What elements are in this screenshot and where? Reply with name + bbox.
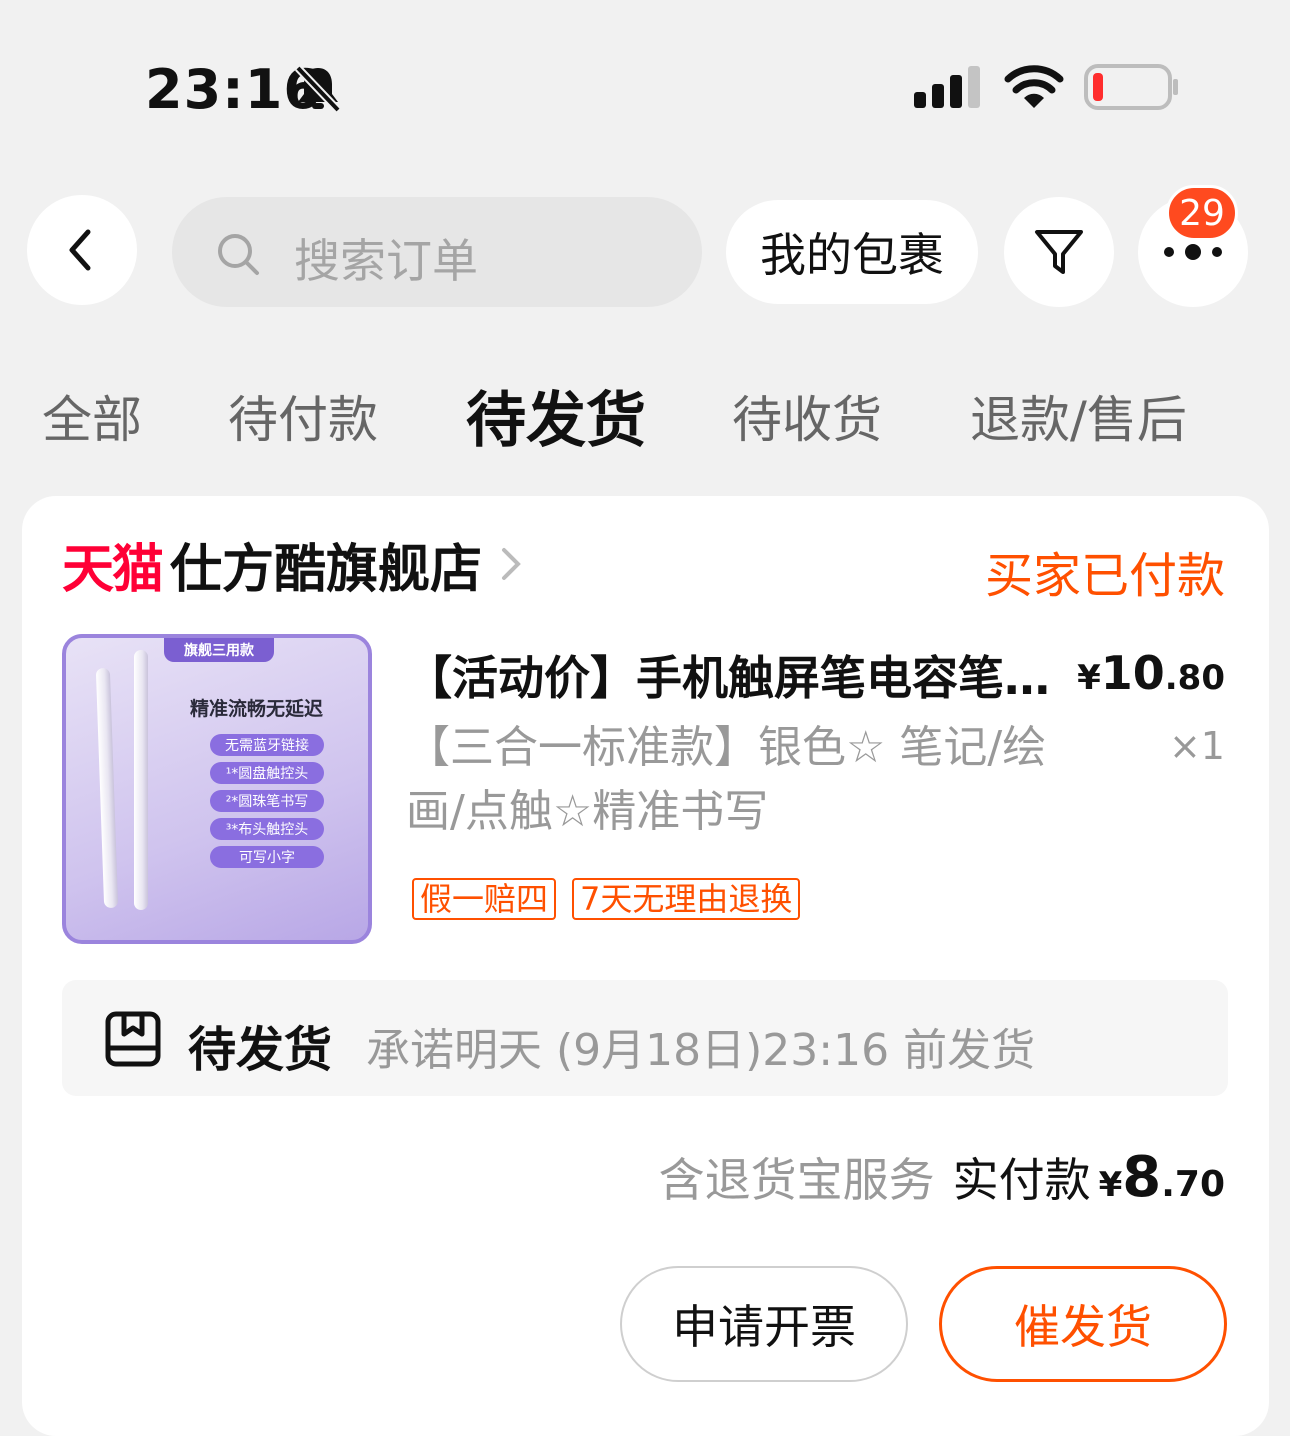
filter-button[interactable] xyxy=(1004,197,1114,307)
product-price: ¥10.80 xyxy=(1077,646,1225,700)
my-packages-button[interactable]: 我的包裹 xyxy=(726,200,978,304)
back-button[interactable] xyxy=(27,195,137,305)
price-integer: 10 xyxy=(1100,646,1165,700)
image-feature: 可写小字 xyxy=(210,846,324,868)
tab-pending-shipment[interactable]: 待发货 xyxy=(466,372,646,459)
tab-pending-receipt[interactable]: 待收货 xyxy=(732,380,882,452)
image-feature: ³*布头触控头 xyxy=(210,818,324,840)
shipping-title: 待发货 xyxy=(188,1022,333,1078)
image-title: 精准流畅无延迟 xyxy=(190,698,324,720)
shop-name: 仕方酷旗舰店 xyxy=(170,539,483,600)
service-tags: 假一赔四 7天无理由退换 xyxy=(412,878,801,920)
shipping-note: 承诺明天 (9月18日)23:16 前发货 xyxy=(366,1025,1036,1076)
cellular-signal-icon xyxy=(914,66,980,108)
pen-image xyxy=(134,650,148,910)
paid-integer: 8 xyxy=(1122,1145,1162,1210)
filter-icon xyxy=(1035,230,1083,274)
package-box-icon xyxy=(105,1011,161,1067)
battery-low-icon xyxy=(1084,64,1178,110)
price-symbol: ¥ xyxy=(1077,658,1101,698)
image-feature: 无需蓝牙链接 xyxy=(210,734,324,756)
chevron-left-icon xyxy=(69,229,91,271)
more-dots-icon xyxy=(1164,244,1222,260)
paid-decimal: .70 xyxy=(1161,1164,1225,1205)
search-icon xyxy=(218,234,259,275)
image-feature: ¹*圆盘触控头 xyxy=(210,762,324,784)
order-status: 买家已付款 xyxy=(984,548,1225,604)
payment-summary: 含退货宝服务 实付款 ¥8.70 xyxy=(659,1144,1225,1210)
order-tabs: 全部 待付款 待发货 待收货 退款/售后 xyxy=(0,380,1290,460)
status-bar: 23:16 xyxy=(0,0,1290,140)
urge-shipment-button[interactable]: 催发货 xyxy=(939,1266,1227,1382)
image-feature: ²*圆珠笔书写 xyxy=(210,790,324,812)
paid-label: 实付款 xyxy=(952,1153,1091,1207)
shop-link[interactable]: 天猫 仕方酷旗舰店 xyxy=(62,534,526,600)
tab-refund-aftersale[interactable]: 退款/售后 xyxy=(970,380,1187,452)
shipping-status-box[interactable]: 待发货 承诺明天 (9月18日)23:16 前发货 xyxy=(62,980,1228,1096)
product-image[interactable]: 旗舰三用款 精准流畅无延迟 无需蓝牙链接 ¹*圆盘触控头 ²*圆珠笔书写 ³*布… xyxy=(62,634,372,944)
product-sku: 【三合一标准款】银色☆ 笔记/绘画/点触☆精准书写 xyxy=(406,722,1047,837)
tab-pending-payment[interactable]: 待付款 xyxy=(228,380,378,452)
chevron-right-icon xyxy=(502,548,521,580)
image-tag: 旗舰三用款 xyxy=(164,638,274,662)
service-tag: 假一赔四 xyxy=(412,878,557,920)
product-quantity: ×1 xyxy=(1168,724,1225,768)
pen-image xyxy=(95,667,119,909)
price-decimal: .80 xyxy=(1164,658,1225,698)
paid-symbol: ¥ xyxy=(1098,1165,1123,1205)
product-title[interactable]: 【活动价】手机触屏笔电容笔… xyxy=(406,642,1066,708)
service-tag: 7天无理由退换 xyxy=(572,878,801,920)
order-card[interactable]: 天猫 仕方酷旗舰店 买家已付款 旗舰三用款 精准流畅无延迟 无需蓝牙链接 ¹*圆… xyxy=(22,496,1269,1436)
tab-all[interactable]: 全部 xyxy=(42,380,142,452)
request-invoice-button[interactable]: 申请开票 xyxy=(620,1266,908,1382)
tmall-logo: 天猫 xyxy=(62,539,164,600)
wifi-icon xyxy=(1004,65,1064,108)
notification-badge: 29 xyxy=(1166,185,1238,241)
search-placeholder: 搜索订单 xyxy=(294,234,478,288)
top-bar: 搜索订单 我的包裹 29 xyxy=(0,185,1290,310)
bell-muted-icon xyxy=(295,65,341,112)
return-insurance-note: 含退货宝服务 xyxy=(658,1153,935,1207)
search-input[interactable]: 搜索订单 xyxy=(172,197,702,307)
